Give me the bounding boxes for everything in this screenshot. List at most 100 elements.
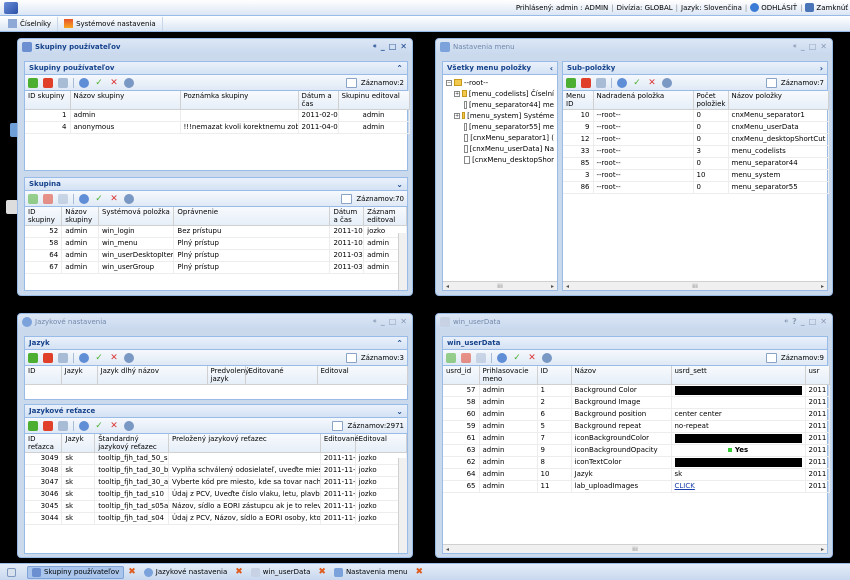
col-language[interactable]: Jazyk xyxy=(61,366,98,385)
maximize-icon[interactable]: □ xyxy=(389,317,398,326)
table-row[interactable]: 60 admin 6 Background position center center… xyxy=(443,408,830,421)
table-row[interactable]: 3044 sk tooltip_fjh_tad_s04 Údaj z PCV, Náz… xyxy=(25,512,408,525)
table-row[interactable]: 3049sktooltip_fjh_tad_50_su2011-11-0jozk… xyxy=(25,452,408,465)
col-edited-by[interactable]: Editoval xyxy=(317,366,408,385)
help-icon[interactable]: ? xyxy=(792,317,798,326)
add-icon[interactable] xyxy=(28,420,38,431)
panel-header[interactable]: win_userData xyxy=(443,337,827,350)
table-row[interactable]: 3046 sk tooltip_fjh_tad_s10 Údaj z PCV, Uve… xyxy=(25,488,408,501)
edit-icon[interactable] xyxy=(476,352,486,363)
refresh-icon[interactable] xyxy=(497,352,507,363)
col-default-language[interactable]: Predvolený jazyk xyxy=(207,366,249,385)
delete-icon[interactable] xyxy=(461,352,471,363)
col-language[interactable]: Jazyk xyxy=(61,434,96,453)
settings-icon[interactable] xyxy=(662,77,672,88)
upload-images-link[interactable]: CLICK xyxy=(675,482,695,490)
confirm-icon[interactable]: ✓ xyxy=(94,78,104,88)
minimize-icon[interactable]: _ xyxy=(381,317,386,326)
col-string-id[interactable]: ID reťazca xyxy=(25,434,63,453)
vertical-scrollbar[interactable] xyxy=(398,233,407,290)
col-datetime[interactable]: Dátum a čas xyxy=(298,91,339,110)
table-row[interactable]: 86 --root-- 0 menu_separator55 xyxy=(563,181,829,194)
menu-item-system-settings[interactable]: Systémové nastavenia xyxy=(58,16,163,31)
edit-icon[interactable] xyxy=(58,77,68,88)
add-icon[interactable] xyxy=(566,77,576,88)
table-row[interactable]: 12 --root-- 0 cnxMenu_desktopShortCut xyxy=(563,133,829,146)
settings-icon[interactable] xyxy=(124,420,134,431)
col-group-note[interactable]: Poznámka skupiny xyxy=(180,91,299,110)
maximize-icon[interactable]: □ xyxy=(389,42,398,51)
window-header[interactable]: Skupiny používateľov ⁌ _ □ ✕ xyxy=(18,39,412,54)
export-icon[interactable] xyxy=(345,352,357,363)
table-row[interactable]: 62 admin 8 iconTextColor 2011 xyxy=(443,456,830,469)
panel-header[interactable]: Sub-položky › xyxy=(563,62,827,75)
minimize-icon[interactable]: _ xyxy=(801,42,806,51)
taskbar-item-user-groups[interactable]: Skupiny používateľov xyxy=(27,565,125,579)
col-item-count[interactable]: Počet položiek xyxy=(693,91,729,110)
col-group-id[interactable]: ID skupiny xyxy=(25,207,63,226)
confirm-icon[interactable]: ✓ xyxy=(94,353,104,363)
col-usrd-sett[interactable]: usrd_sett xyxy=(671,366,806,385)
tree-node[interactable]: [cnxMenu_desktopShor xyxy=(446,154,554,165)
edit-icon[interactable] xyxy=(58,193,68,204)
confirm-icon[interactable]: ✓ xyxy=(632,78,642,88)
add-icon[interactable] xyxy=(28,193,38,204)
col-group-name[interactable]: Názov skupiny xyxy=(70,91,181,110)
table-row[interactable]: 52adminwin_loginBez prístupu2011-10-2joz… xyxy=(25,225,407,238)
delete-icon[interactable] xyxy=(581,77,591,88)
settings-icon[interactable] xyxy=(124,77,134,88)
pin-icon[interactable]: ⁌ xyxy=(793,42,798,51)
table-row[interactable]: 3047 sk tooltip_fjh_tad_30_a Vyberte kód pr… xyxy=(25,476,408,489)
lock-button[interactable]: Zamknúť xyxy=(805,3,848,12)
table-row[interactable]: 3045 sk tooltip_fjh_tad_s05a Názov, sídlo a… xyxy=(25,500,408,513)
add-icon[interactable] xyxy=(28,352,38,363)
horizontal-scrollbar[interactable]: ◂ ⁞⁞⁞ ▸ xyxy=(443,281,557,290)
minimize-icon[interactable]: _ xyxy=(801,317,806,326)
tree-node[interactable]: − --root-- xyxy=(446,77,554,88)
taskbar-item-menu-settings[interactable]: Nastavenia menu xyxy=(330,566,412,579)
minimize-icon[interactable]: _ xyxy=(381,42,386,51)
table-row[interactable]: 4 anonymous !!!nemazat kvoli korektnemu zo… xyxy=(25,121,410,134)
cancel-icon[interactable]: ✕ xyxy=(647,78,657,88)
delete-icon[interactable] xyxy=(43,420,53,431)
table-row[interactable]: 33 --root-- 3 menu_codelists xyxy=(563,145,829,158)
table-row[interactable]: 61 admin 7 iconBackgroundColor 2011 xyxy=(443,432,830,445)
edit-icon[interactable] xyxy=(58,352,68,363)
col-edited-by[interactable]: Skupinu editoval xyxy=(338,91,410,110)
col-name[interactable]: Názov xyxy=(571,366,672,385)
close-task-icon[interactable]: ✖ xyxy=(235,567,243,577)
table-row[interactable]: 10 --root-- 0 cnxMenu_separator1 xyxy=(563,109,829,122)
table-row[interactable]: 67adminwin_userGroupPlný prístup2011-03-… xyxy=(25,261,407,274)
table-row[interactable]: 58adminwin_menuPlný prístup2011-10-1admi… xyxy=(25,237,407,250)
maximize-icon[interactable]: □ xyxy=(809,317,818,326)
pin-icon[interactable]: ⁌ xyxy=(373,317,378,326)
horizontal-scrollbar[interactable]: ◂ ⁞⁞⁞ ▸ xyxy=(563,281,827,290)
collapse-left-icon[interactable]: ‹ xyxy=(550,64,553,73)
edit-icon[interactable] xyxy=(596,77,606,88)
table-row[interactable]: 3048 sk tooltip_fjh_tad_30_b Vyplňa schvále… xyxy=(25,464,408,477)
close-task-icon[interactable]: ✖ xyxy=(128,567,136,577)
export-icon[interactable] xyxy=(765,77,777,88)
col-system-item[interactable]: Systémová položka xyxy=(98,207,175,226)
export-icon[interactable] xyxy=(341,193,353,204)
table-row[interactable]: 59 admin 5 Background repeat no-repeat 2011 xyxy=(443,420,830,433)
expand-node-icon[interactable]: + xyxy=(454,90,460,97)
col-group-id[interactable]: ID skupiny xyxy=(25,91,71,110)
col-standard-string[interactable]: Štandardný jazykový reťazec xyxy=(94,434,170,453)
vertical-scrollbar[interactable] xyxy=(398,458,407,553)
delete-icon[interactable] xyxy=(43,77,53,88)
settings-icon[interactable] xyxy=(124,352,134,363)
col-translated-string[interactable]: Preložený jazykový reťazec xyxy=(168,434,321,453)
table-row[interactable]: 63 admin 9 iconBackgroundOpacity Yes 2011 xyxy=(443,444,830,457)
close-icon[interactable]: ✕ xyxy=(820,42,828,51)
export-icon[interactable] xyxy=(332,420,344,431)
col-permission[interactable]: Oprávnenie xyxy=(173,207,331,226)
delete-icon[interactable] xyxy=(43,193,53,204)
confirm-icon[interactable]: ✓ xyxy=(94,421,104,431)
col-usr[interactable]: usr xyxy=(805,366,830,385)
pin-icon[interactable]: ⁌ xyxy=(373,42,378,51)
settings-icon[interactable] xyxy=(542,352,552,363)
confirm-icon[interactable]: ✓ xyxy=(512,353,522,363)
table-row[interactable]: 64 admin win_userDesktopItems Plný prístup 2… xyxy=(25,249,407,262)
cancel-icon[interactable]: ✕ xyxy=(109,421,119,431)
